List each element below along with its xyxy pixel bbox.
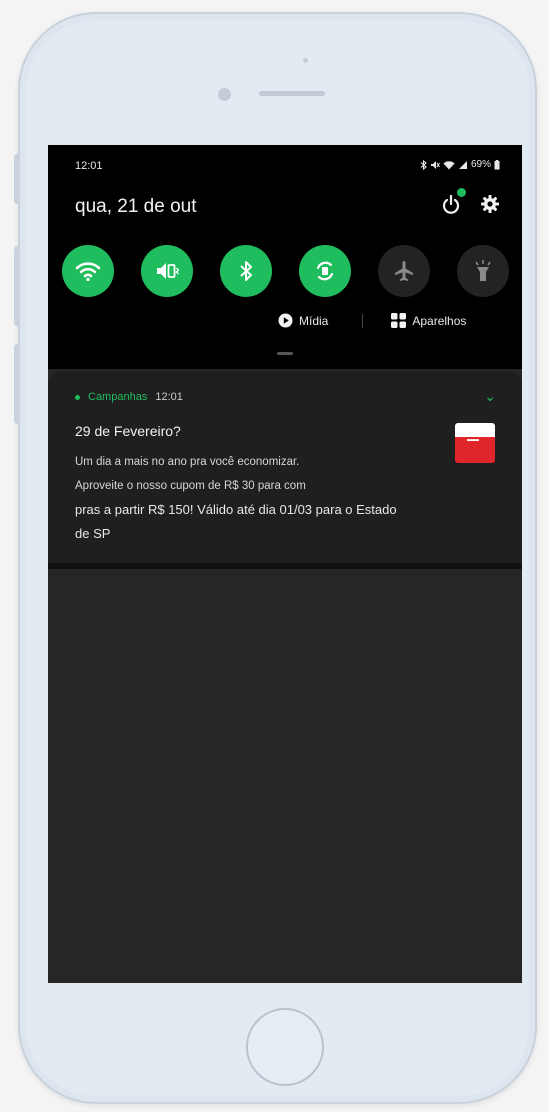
tile-wifi[interactable] — [62, 245, 114, 297]
rotate-icon — [316, 261, 334, 281]
media-row: Mídia Aparelhos — [278, 313, 466, 328]
proximity-sensor — [303, 58, 308, 63]
bluetooth-status-icon — [420, 159, 427, 170]
date-label: qua, 21 de out — [75, 196, 197, 217]
notification-app-name: Campanhas — [88, 391, 148, 403]
expand-chevron-icon[interactable]: ⌄ — [484, 388, 496, 405]
media-button[interactable]: Mídia — [278, 313, 328, 328]
battery-icon — [494, 159, 500, 169]
media-divider — [362, 313, 364, 328]
mute-status-icon — [430, 160, 440, 169]
notification-title: 29 de Fevereiro? — [75, 423, 181, 439]
notification-brand-thumbnail: ▬▬ — [455, 423, 495, 463]
phone-screen: 12:01 69% qua, 21 de out Mídia Aparelhos… — [48, 145, 522, 983]
notification-body: Um dia a mais no ano pra você economizar… — [75, 450, 495, 546]
flashlight-icon — [475, 260, 491, 281]
tile-sound[interactable] — [141, 245, 193, 297]
wifi-status-icon — [443, 160, 455, 169]
wifi-icon — [75, 262, 101, 282]
volume-down-button — [14, 344, 20, 424]
devices-grid-icon — [391, 313, 407, 328]
play-icon — [278, 313, 293, 328]
volume-up-button — [14, 246, 20, 326]
tile-flashlight[interactable] — [457, 245, 509, 297]
status-icons: 69% — [420, 159, 500, 170]
quick-tiles — [62, 245, 509, 297]
bluetooth-icon — [240, 261, 252, 281]
earpiece-speaker — [259, 91, 325, 96]
notification-body-line: de SP — [75, 526, 111, 541]
notification-body-line: Aproveite o nosso cupom de R$ 30 para co… — [75, 480, 306, 492]
devices-label: Aparelhos — [412, 313, 467, 328]
signal-status-icon — [458, 160, 467, 169]
tile-airplane[interactable] — [378, 245, 430, 297]
brand-logo: ▬▬ — [467, 437, 479, 443]
tile-bluetooth[interactable] — [220, 245, 272, 297]
notification-body-line: pras a partir R$ 150! Válido até dia 01/… — [75, 502, 397, 517]
power-button[interactable] — [440, 188, 466, 215]
mute-switch — [14, 154, 20, 204]
front-camera — [218, 88, 231, 101]
status-bar: 12:01 69% — [75, 159, 500, 177]
settings-gear-icon[interactable] — [480, 194, 500, 214]
tile-auto-rotate[interactable] — [299, 245, 351, 297]
panel-drag-handle[interactable] — [277, 352, 293, 355]
notification-card[interactable]: Campanhas 12:01 ⌄ 29 de Fevereiro? Um di… — [48, 371, 522, 563]
notification-body-line: Um dia a mais no ano pra você economizar… — [75, 456, 300, 468]
home-button[interactable] — [246, 1008, 324, 1086]
status-time: 12:01 — [75, 160, 103, 172]
notification-header: Campanhas 12:01 — [75, 391, 183, 403]
devices-button[interactable]: Aparelhos — [391, 313, 466, 328]
quick-settings-panel: 12:01 69% qua, 21 de out Mídia Aparelhos — [48, 145, 522, 369]
header-actions — [440, 188, 500, 215]
vibrate-icon — [157, 263, 180, 279]
airplane-icon — [395, 261, 413, 281]
battery-percent: 69% — [470, 159, 491, 170]
notification-divider — [48, 563, 522, 569]
update-badge — [457, 188, 466, 197]
app-dot-icon — [75, 394, 80, 400]
media-label: Mídia — [299, 313, 329, 328]
notification-time: 12:01 — [155, 391, 183, 403]
